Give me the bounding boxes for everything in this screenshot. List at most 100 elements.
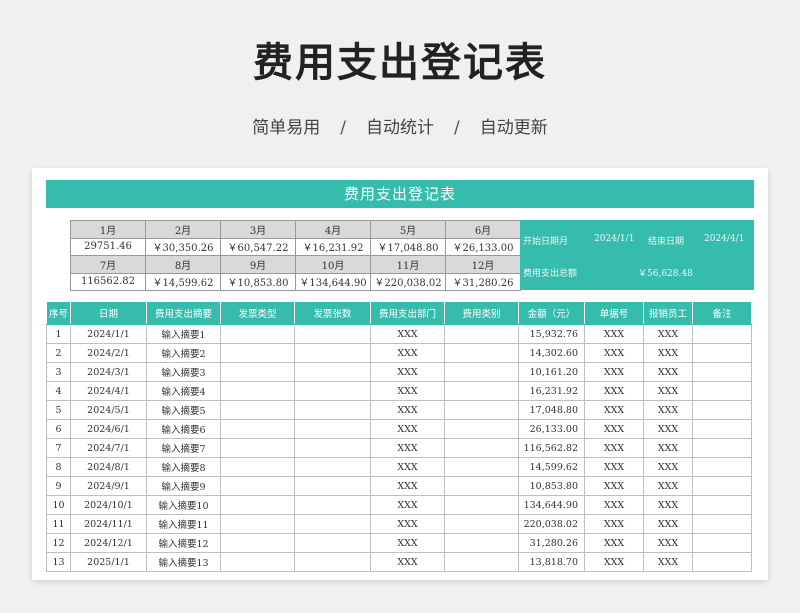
cell-invoice-type[interactable]: [220, 343, 295, 363]
cell-invoice-type[interactable]: [220, 476, 295, 496]
cell-no[interactable]: 13: [46, 552, 71, 572]
month-value-cell[interactable]: 29751.46: [70, 237, 146, 256]
cell-invoice-count[interactable]: [294, 343, 371, 363]
col-header-category[interactable]: 费用类别: [444, 301, 519, 325]
cell-date[interactable]: 2024/11/1: [70, 514, 147, 534]
cell-doc-no[interactable]: XXX: [584, 343, 644, 363]
cell-amount[interactable]: 17,048.80: [518, 400, 585, 420]
cell-amount[interactable]: 220,038.02: [518, 514, 585, 534]
cell-summary[interactable]: 输入摘要13: [146, 552, 221, 572]
cell-amount[interactable]: 16,231.92: [518, 381, 585, 401]
cell-staff[interactable]: XXX: [643, 533, 693, 553]
cell-department[interactable]: XXX: [370, 419, 445, 439]
col-header-invoice-count[interactable]: 发票张数: [294, 301, 371, 325]
cell-summary[interactable]: 输入摘要6: [146, 419, 221, 439]
month-value-cell[interactable]: ￥30,350.26: [145, 237, 221, 256]
cell-summary[interactable]: 输入摘要10: [146, 495, 221, 515]
cell-department[interactable]: XXX: [370, 362, 445, 382]
cell-remark[interactable]: [692, 495, 752, 515]
month-label-cell[interactable]: 10月: [295, 255, 371, 274]
cell-no[interactable]: 1: [46, 324, 71, 344]
month-value-cell[interactable]: ￥134,644.90: [295, 272, 371, 291]
cell-department[interactable]: XXX: [370, 438, 445, 458]
cell-amount[interactable]: 13,818.70: [518, 552, 585, 572]
cell-category[interactable]: [444, 438, 519, 458]
cell-summary[interactable]: 输入摘要11: [146, 514, 221, 534]
cell-doc-no[interactable]: XXX: [584, 552, 644, 572]
cell-category[interactable]: [444, 343, 519, 363]
cell-date[interactable]: 2024/9/1: [70, 476, 147, 496]
cell-no[interactable]: 5: [46, 400, 71, 420]
cell-remark[interactable]: [692, 343, 752, 363]
cell-invoice-count[interactable]: [294, 400, 371, 420]
cell-category[interactable]: [444, 514, 519, 534]
col-header-department[interactable]: 费用支出部门: [370, 301, 445, 325]
cell-remark[interactable]: [692, 438, 752, 458]
cell-department[interactable]: XXX: [370, 495, 445, 515]
col-header-no[interactable]: 序号: [46, 301, 71, 325]
cell-department[interactable]: XXX: [370, 400, 445, 420]
cell-category[interactable]: [444, 362, 519, 382]
cell-date[interactable]: 2024/1/1: [70, 324, 147, 344]
cell-invoice-type[interactable]: [220, 533, 295, 553]
month-value-cell[interactable]: ￥14,599.62: [145, 272, 221, 291]
cell-remark[interactable]: [692, 362, 752, 382]
cell-remark[interactable]: [692, 324, 752, 344]
cell-date[interactable]: 2024/7/1: [70, 438, 147, 458]
month-value-cell[interactable]: ￥26,133.00: [445, 237, 521, 256]
cell-doc-no[interactable]: XXX: [584, 514, 644, 534]
cell-date[interactable]: 2024/4/1: [70, 381, 147, 401]
cell-department[interactable]: XXX: [370, 514, 445, 534]
cell-invoice-count[interactable]: [294, 533, 371, 553]
month-value-cell[interactable]: ￥16,231.92: [295, 237, 371, 256]
cell-summary[interactable]: 输入摘要2: [146, 343, 221, 363]
cell-invoice-count[interactable]: [294, 362, 371, 382]
cell-department[interactable]: XXX: [370, 343, 445, 363]
cell-invoice-count[interactable]: [294, 552, 371, 572]
cell-invoice-type[interactable]: [220, 362, 295, 382]
cell-amount[interactable]: 31,280.26: [518, 533, 585, 553]
cell-no[interactable]: 4: [46, 381, 71, 401]
cell-staff[interactable]: XXX: [643, 362, 693, 382]
cell-date[interactable]: 2024/3/1: [70, 362, 147, 382]
cell-no[interactable]: 2: [46, 343, 71, 363]
month-value-cell[interactable]: ￥31,280.26: [445, 272, 521, 291]
cell-amount[interactable]: 14,302.60: [518, 343, 585, 363]
cell-summary[interactable]: 输入摘要5: [146, 400, 221, 420]
cell-no[interactable]: 9: [46, 476, 71, 496]
cell-doc-no[interactable]: XXX: [584, 476, 644, 496]
cell-department[interactable]: XXX: [370, 552, 445, 572]
cell-invoice-count[interactable]: [294, 381, 371, 401]
cell-staff[interactable]: XXX: [643, 514, 693, 534]
col-header-invoice-type[interactable]: 发票类型: [220, 301, 295, 325]
cell-amount[interactable]: 14,599.62: [518, 457, 585, 477]
cell-summary[interactable]: 输入摘要12: [146, 533, 221, 553]
cell-invoice-type[interactable]: [220, 495, 295, 515]
month-value-cell[interactable]: ￥17,048.80: [370, 237, 446, 256]
cell-date[interactable]: 2024/10/1: [70, 495, 147, 515]
cell-doc-no[interactable]: XXX: [584, 400, 644, 420]
cell-invoice-count[interactable]: [294, 514, 371, 534]
cell-no[interactable]: 8: [46, 457, 71, 477]
cell-no[interactable]: 11: [46, 514, 71, 534]
cell-amount[interactable]: 10,853.80: [518, 476, 585, 496]
month-value-cell[interactable]: 116562.82: [70, 272, 146, 291]
cell-amount[interactable]: 134,644.90: [518, 495, 585, 515]
cell-doc-no[interactable]: XXX: [584, 362, 644, 382]
month-label-cell[interactable]: 4月: [295, 220, 371, 239]
col-header-doc-no[interactable]: 单据号: [584, 301, 644, 325]
col-header-date[interactable]: 日期: [70, 301, 147, 325]
cell-category[interactable]: [444, 419, 519, 439]
cell-remark[interactable]: [692, 381, 752, 401]
cell-invoice-type[interactable]: [220, 438, 295, 458]
cell-remark[interactable]: [692, 457, 752, 477]
cell-staff[interactable]: XXX: [643, 400, 693, 420]
cell-category[interactable]: [444, 476, 519, 496]
cell-department[interactable]: XXX: [370, 533, 445, 553]
month-value-cell[interactable]: ￥10,853.80: [220, 272, 296, 291]
cell-invoice-count[interactable]: [294, 457, 371, 477]
cell-staff[interactable]: XXX: [643, 457, 693, 477]
cell-amount[interactable]: 10,161.20: [518, 362, 585, 382]
cell-amount[interactable]: 26,133.00: [518, 419, 585, 439]
cell-category[interactable]: [444, 400, 519, 420]
